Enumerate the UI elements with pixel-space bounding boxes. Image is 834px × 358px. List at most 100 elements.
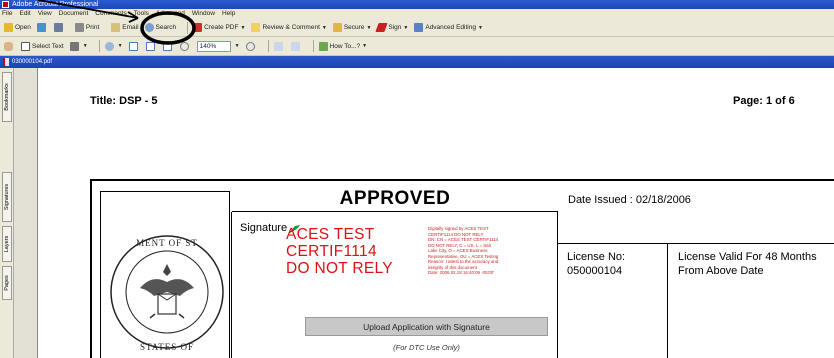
organizer-icon <box>36 23 46 32</box>
camera-icon <box>69 41 79 51</box>
zoom-tool-button[interactable]: ▼ <box>104 41 123 51</box>
create-pdf-icon <box>193 23 203 32</box>
menu-view[interactable]: View <box>38 9 52 19</box>
chevron-down-icon: ▼ <box>117 43 123 49</box>
signature-stamp[interactable]: ACES TEST CERTIF1114 DO NOT RELY <box>286 226 393 277</box>
tab-layers[interactable]: Layers <box>2 226 12 262</box>
advanced-editing-icon <box>414 23 424 32</box>
department-of-state-seal: MENT OF ST STATES OF <box>110 235 224 352</box>
text-select-icon <box>21 41 30 51</box>
save-button[interactable] <box>53 23 65 32</box>
navigation-toolbar: Select Text ▼ ▼ 140% ▼ How To...? ▼ <box>0 37 834 56</box>
fit-width-icon <box>162 41 172 51</box>
printer-icon <box>74 23 84 32</box>
chevron-down-icon: ▼ <box>321 24 327 31</box>
save-icon <box>53 23 63 32</box>
organizer-button[interactable] <box>36 23 48 32</box>
fit-page-button[interactable] <box>145 41 157 51</box>
stamp-line-2: CERTIF1114 <box>286 243 377 260</box>
search-icon <box>144 23 154 32</box>
open-button[interactable]: Open <box>4 23 31 32</box>
license-number-value: 050000104 <box>567 265 623 277</box>
zoom-out-button[interactable] <box>179 41 191 51</box>
email-icon <box>111 23 121 32</box>
chevron-down-icon: ▼ <box>366 24 372 31</box>
advanced-editing-button[interactable]: Advanced Editing ▼ <box>414 23 483 32</box>
email-button[interactable]: Email <box>111 23 139 32</box>
chevron-down-icon: ▼ <box>477 24 483 31</box>
menu-comments[interactable]: Comments <box>95 9 126 19</box>
zoom-icon <box>104 41 114 51</box>
stamp-line-3: DO NOT RELY <box>286 260 393 277</box>
document-title: Title: DSP - 5 <box>90 95 158 107</box>
menu-document[interactable]: Document <box>59 9 89 19</box>
review-comment-button[interactable]: Review & Comment ▼ <box>251 23 327 32</box>
license-number: License No: 050000104 <box>567 250 625 278</box>
toolbar-divider <box>98 40 100 52</box>
search-button[interactable]: Search <box>144 23 176 32</box>
menu-advanced[interactable]: Advanced <box>156 9 185 19</box>
license-number-label: License No: <box>567 251 626 263</box>
chevron-down-icon: ▼ <box>240 24 246 31</box>
print-button[interactable]: Print <box>74 23 99 32</box>
comment-icon <box>251 23 261 32</box>
rotate-right-button[interactable] <box>290 41 302 51</box>
navigation-panel: Bookmarks Signatures Layers Pages <box>0 68 14 358</box>
dtc-use-note: (For DTC Use Only) <box>393 343 460 352</box>
menu-edit[interactable]: Edit <box>19 9 30 19</box>
actual-size-button[interactable] <box>128 41 140 51</box>
date-issued-cell: Date Issued : 02/18/2006 <box>558 188 834 244</box>
license-validity-text: License Valid For 48 Months From Above D… <box>678 251 817 277</box>
folder-icon <box>4 23 13 32</box>
lock-icon <box>332 23 342 32</box>
tab-bookmarks[interactable]: Bookmarks <box>2 72 12 122</box>
hand-icon <box>4 41 13 51</box>
seal-text-top: MENT OF ST <box>136 238 198 248</box>
seal-text-bottom: STATES OF <box>140 342 194 352</box>
rotate-right-icon <box>290 41 300 51</box>
stamp-line-1: ACES TEST <box>286 226 375 243</box>
snapshot-button[interactable]: ▼ <box>69 41 88 51</box>
toolbar-divider <box>187 21 189 34</box>
title-bar: Adobe Acrobat Professional <box>0 0 834 9</box>
pen-icon <box>375 23 389 32</box>
page-indicator: Page: 1 of 6 <box>733 95 795 107</box>
how-to-button[interactable]: How To...? ▼ <box>318 41 368 51</box>
menu-file[interactable]: File <box>2 9 12 19</box>
signature-details: Digitally signed by ACES TEST CERTIF1114… <box>428 226 499 275</box>
document-tab[interactable]: 030000104.pdf <box>0 56 834 68</box>
select-text-button[interactable]: Select Text <box>21 41 64 51</box>
chevron-down-icon: ▼ <box>362 43 368 49</box>
chevron-down-icon: ▼ <box>82 43 88 49</box>
fit-page-icon <box>145 41 155 51</box>
rotate-left-button[interactable] <box>273 41 285 51</box>
menu-help[interactable]: Help <box>222 9 235 19</box>
fit-width-button[interactable] <box>162 41 174 51</box>
sign-button[interactable]: Sign ▼ <box>375 23 409 32</box>
document-gutter <box>14 68 38 358</box>
hand-tool-button[interactable] <box>4 41 15 51</box>
zoom-in-icon <box>245 41 255 51</box>
create-pdf-button[interactable]: Create PDF ▼ <box>193 23 245 32</box>
zoom-level-field[interactable]: 140% <box>196 40 231 52</box>
tab-signatures[interactable]: Signatures <box>2 172 12 222</box>
rotate-left-icon <box>273 41 283 51</box>
secure-button[interactable]: Secure ▼ <box>332 23 372 32</box>
help-icon <box>318 41 328 51</box>
zoom-out-icon <box>179 41 189 51</box>
upload-application-button[interactable]: Upload Application with Signature <box>305 317 548 336</box>
document-filename: 030000104.pdf <box>12 59 53 65</box>
menu-tools[interactable]: Tools <box>134 9 149 19</box>
actual-size-icon <box>128 41 138 51</box>
tab-pages[interactable]: Pages <box>2 266 12 300</box>
acrobat-app-icon <box>2 1 9 8</box>
zoom-in-button[interactable] <box>245 41 257 51</box>
chevron-down-icon: ▼ <box>403 24 409 31</box>
chevron-down-icon[interactable]: ▼ <box>235 43 240 49</box>
date-issued-text: Date Issued : 02/18/2006 <box>568 194 691 206</box>
menu-bar: File Edit View Document Comments Tools A… <box>0 9 834 19</box>
approved-heading: APPROVED <box>232 188 558 212</box>
menu-window[interactable]: Window <box>192 9 215 19</box>
toolbar-divider <box>312 40 314 52</box>
signature-label: Signature <box>240 222 288 234</box>
